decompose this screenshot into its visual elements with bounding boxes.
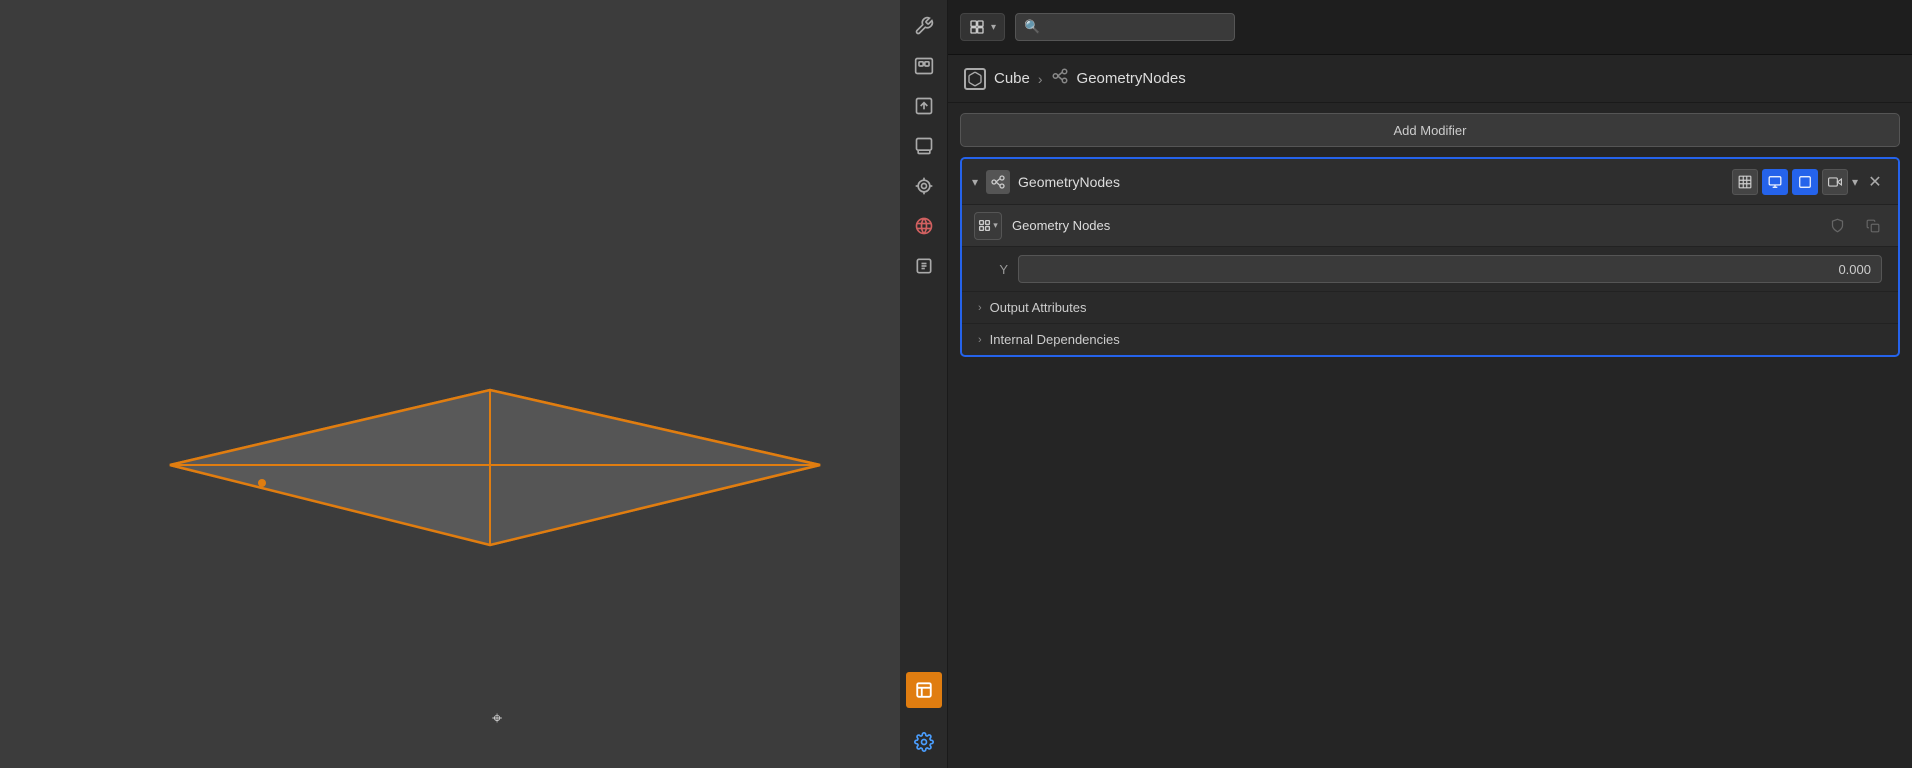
mouse-cursor: ⌖ <box>492 708 504 726</box>
modifier-icon-btn-3[interactable] <box>1792 169 1818 195</box>
modifier-close-button[interactable]: ✕ <box>1862 169 1888 195</box>
mode-button[interactable]: ▾ <box>960 13 1005 41</box>
node-dropdown-button[interactable]: ▾ <box>974 212 1002 240</box>
object-breadcrumb-icon <box>964 68 986 90</box>
object-name-label[interactable]: Cube <box>994 70 1030 87</box>
internal-dependencies-section[interactable]: › Internal Dependencies <box>962 323 1898 355</box>
modifier-dropdown-btn[interactable]: ▾ <box>1852 175 1858 189</box>
world-icon[interactable] <box>906 208 942 244</box>
wrench-icon[interactable] <box>906 8 942 44</box>
output-attributes-label: Output Attributes <box>990 300 1087 315</box>
panel-header: ▾ 🔍 <box>948 0 1912 55</box>
node-copy-button[interactable] <box>1860 213 1886 239</box>
output-attributes-arrow: › <box>978 302 982 314</box>
properties-panel: ▾ 🔍 Cube › GeometryNodes Add Modifier <box>948 0 1912 768</box>
side-toolbar <box>900 0 948 768</box>
search-bar[interactable]: 🔍 <box>1015 13 1235 41</box>
node-tree-name[interactable]: Geometry Nodes <box>1012 218 1814 233</box>
add-modifier-label: Add Modifier <box>1394 123 1467 138</box>
output-icon[interactable] <box>906 88 942 124</box>
scene-icon[interactable] <box>906 48 942 84</box>
y-field-row: Y 0.000 <box>962 247 1898 291</box>
particles-icon[interactable] <box>906 168 942 204</box>
modifier-icon-btn-1[interactable] <box>1732 169 1758 195</box>
node-shield-button[interactable] <box>1824 213 1850 239</box>
output-attributes-section[interactable]: › Output Attributes <box>962 291 1898 323</box>
modifier-name-label[interactable]: GeometryNodes <box>1018 174 1724 190</box>
nodes-icon <box>1051 67 1069 90</box>
modifier-icon[interactable] <box>906 672 942 708</box>
mode-chevron: ▾ <box>991 22 996 33</box>
breadcrumb-separator: › <box>1038 71 1043 87</box>
modifier-collapse-chevron[interactable]: ▾ <box>972 175 978 189</box>
geometry-nodes-modifier: ▾ GeometryNodes <box>960 157 1900 357</box>
modifier-toolbar: ▾ ✕ <box>1732 169 1888 195</box>
y-field-label: Y <box>978 262 1008 277</box>
modifier-type-icon <box>986 170 1010 194</box>
modifier-header: ▾ GeometryNodes <box>962 159 1898 205</box>
modifier-breadcrumb-label[interactable]: GeometryNodes <box>1077 70 1186 87</box>
y-field-input[interactable]: 0.000 <box>1018 255 1882 283</box>
search-icon: 🔍 <box>1024 19 1040 35</box>
internal-dependencies-arrow: › <box>978 334 982 346</box>
preferences-icon[interactable] <box>906 724 942 760</box>
internal-dependencies-label: Internal Dependencies <box>990 332 1120 347</box>
node-tree-row: ▾ Geometry Nodes <box>962 205 1898 247</box>
modifier-icon-btn-2[interactable] <box>1762 169 1788 195</box>
add-modifier-button[interactable]: Add Modifier <box>960 113 1900 147</box>
3d-viewport[interactable]: ⌖ <box>0 0 900 768</box>
object-props-icon[interactable] <box>906 248 942 284</box>
modifier-icon-btn-4[interactable] <box>1822 169 1848 195</box>
breadcrumb: Cube › GeometryNodes <box>948 55 1912 103</box>
y-field-value: 0.000 <box>1838 262 1871 277</box>
view-layer-icon[interactable] <box>906 128 942 164</box>
